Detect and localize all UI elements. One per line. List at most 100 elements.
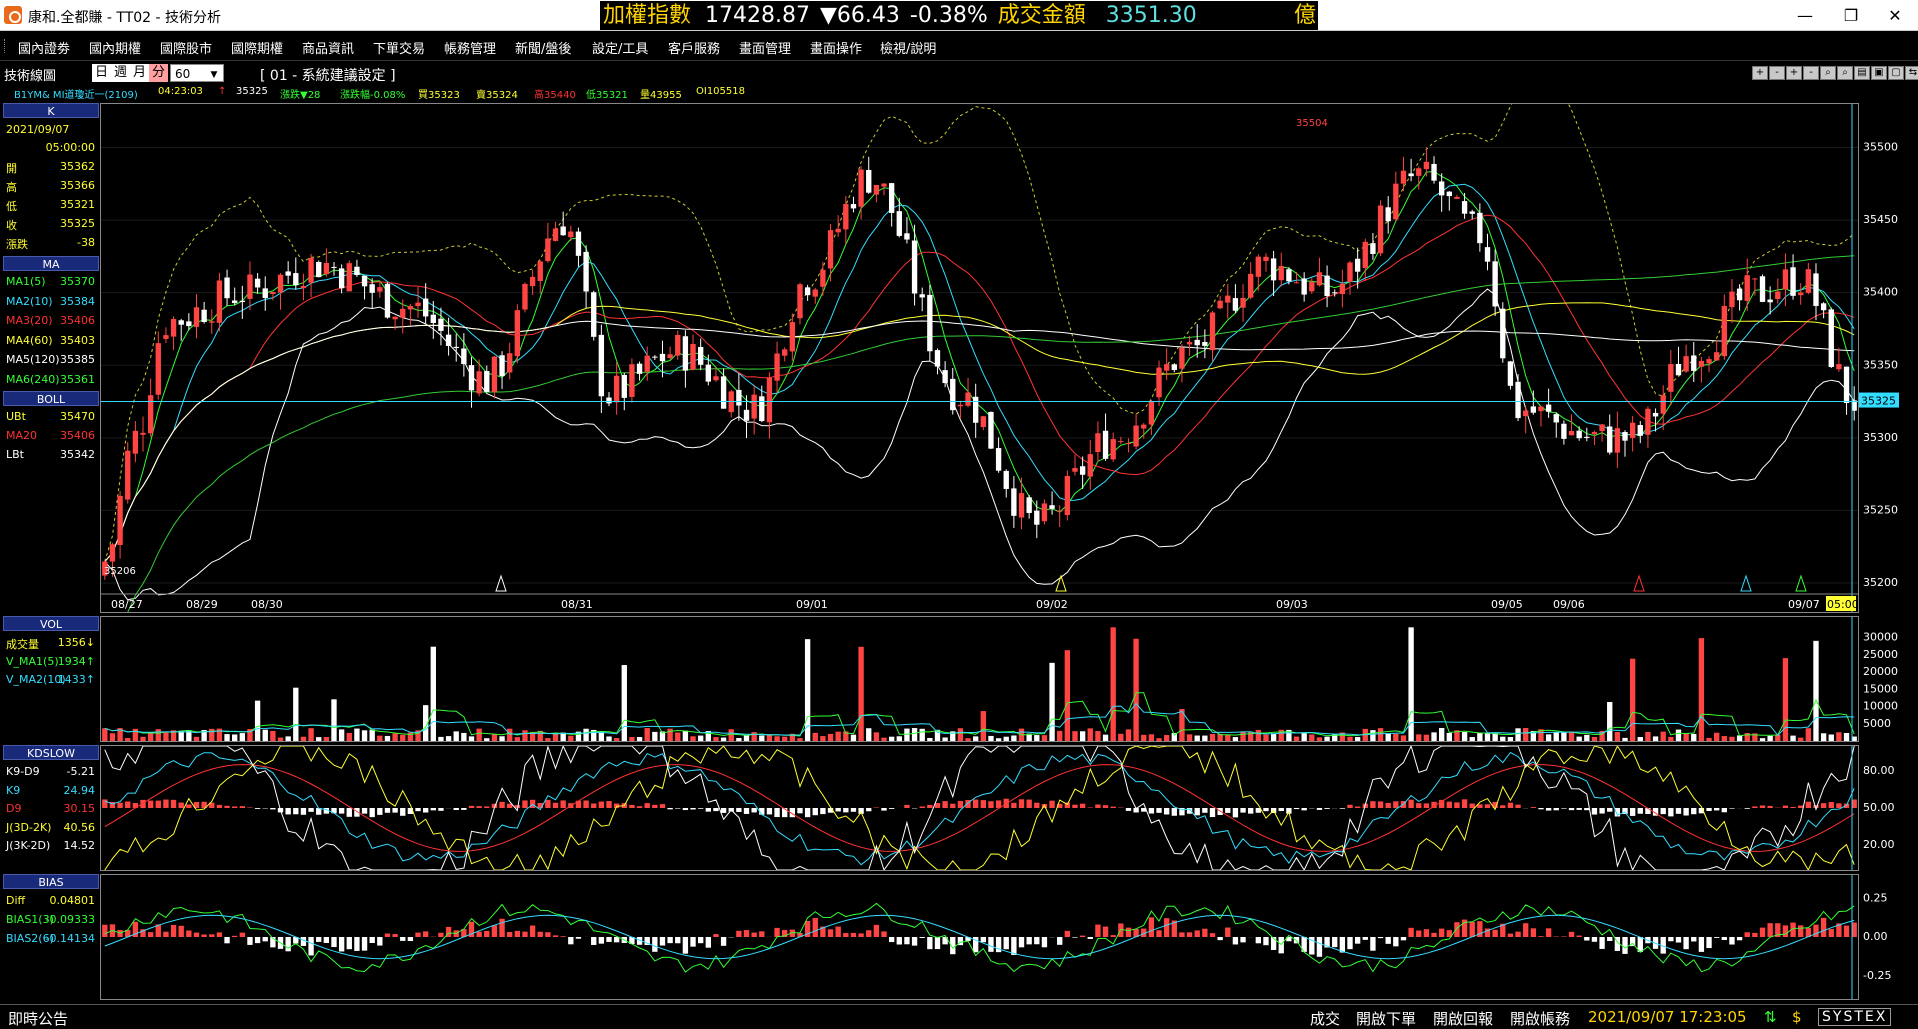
kd-diff-bar: [285, 808, 291, 815]
kd-diff-bar: [377, 808, 383, 815]
toolbar-button-0[interactable]: +: [1752, 66, 1768, 80]
vol-rows-label: V_MA1(5): [6, 654, 59, 668]
volume-bar: [1194, 735, 1200, 741]
volume-bar: [942, 737, 948, 741]
toolbar-button-9[interactable]: ⇆: [1905, 66, 1918, 80]
bias-diff-bar: [1148, 917, 1155, 937]
kd-diff-bar: [1668, 808, 1674, 817]
candle-body: [147, 395, 154, 434]
close-button[interactable]: ✕: [1872, 0, 1918, 31]
setting-label[interactable]: [ 01 - 系統建議設定 ]: [260, 65, 396, 85]
menu-item-10[interactable]: 畫面管理: [739, 38, 791, 57]
volume-bar: [392, 733, 398, 741]
minimize-button[interactable]: —: [1782, 0, 1828, 31]
toolbar-button-5[interactable]: ⌕: [1837, 66, 1853, 80]
kd-diff-bar: [1194, 808, 1200, 816]
kd-diff-bar: [1599, 808, 1605, 814]
menu-item-12[interactable]: 檢視/說明: [880, 38, 936, 57]
ma-rows-label: MA4(60): [6, 333, 53, 347]
volume-bar: [606, 736, 612, 741]
candle-body: [216, 280, 223, 323]
bias-diff-bar: [1813, 924, 1819, 937]
candle-body: [346, 263, 352, 292]
menu-item-6[interactable]: 帳務管理: [444, 38, 496, 57]
last-time-label: 05:00: [1827, 598, 1858, 611]
volume-chart[interactable]: [100, 616, 1859, 742]
open-account-button[interactable]: 開啟帳務: [1510, 1008, 1570, 1029]
volume-bar: [1828, 734, 1834, 741]
bias-tick-label: 0.00: [1863, 930, 1888, 943]
price-axis: 35500 35450 35400 35350 35300 35250 35200 35325: [1859, 103, 1918, 613]
bias-diff-bar: [537, 931, 543, 937]
candle-body: [965, 392, 971, 406]
kd-diff-bar: [1240, 808, 1246, 813]
kd-diff-bar: [820, 808, 826, 815]
volume-bar: [1691, 733, 1697, 741]
candle-body: [1034, 510, 1040, 525]
menu-item-0[interactable]: 國內證劵: [18, 38, 70, 57]
menu-item-4[interactable]: 商品資訊: [302, 38, 354, 57]
kd-diff-bar: [652, 804, 658, 808]
toolbar-button-8[interactable]: ▢: [1888, 66, 1904, 80]
announcement-label[interactable]: 即時公告: [8, 1008, 68, 1029]
trades-button[interactable]: 成交: [1310, 1008, 1340, 1029]
bias-diff-bar: [499, 918, 505, 937]
kd-rows-label: J(3K-2D): [6, 839, 51, 852]
volume-bar: [1385, 733, 1391, 741]
toolbar-button-4[interactable]: ⌕: [1820, 66, 1836, 80]
restore-button[interactable]: ❐: [1828, 0, 1874, 31]
kd-diff-bar: [697, 808, 704, 809]
toolbar-button-3[interactable]: -: [1803, 66, 1819, 80]
menu-item-1[interactable]: 國內期權: [89, 38, 141, 57]
kd-diff-bar: [163, 799, 169, 808]
toolbar-button-2[interactable]: +: [1786, 66, 1802, 80]
period-tab-month[interactable]: 月: [130, 64, 149, 82]
menu-item-2[interactable]: 國際股市: [160, 38, 212, 57]
toolbar-button-1[interactable]: -: [1769, 66, 1785, 80]
volume-bar: [927, 737, 933, 741]
candle-body: [682, 336, 689, 371]
open-order-button[interactable]: 開啟下單: [1356, 1008, 1416, 1029]
volume-bar: [1431, 732, 1437, 741]
toolbar-button-7[interactable]: ▣: [1871, 66, 1887, 80]
ma-rows-label: MA5(120): [6, 353, 60, 366]
bias-diff-bar: [1255, 937, 1262, 944]
candle-body: [1286, 269, 1292, 282]
window-title: 康和.全都賺 - TT02 - 技術分析: [28, 10, 222, 26]
open-report-button[interactable]: 開啟回報: [1433, 1008, 1493, 1029]
candle-body: [896, 211, 902, 236]
bias-diff-bar: [377, 937, 383, 946]
toolbar-button-6[interactable]: ▤: [1854, 66, 1870, 80]
kd-diff-bar: [705, 808, 711, 812]
menu-item-9[interactable]: 客戶服務: [668, 38, 720, 57]
k-rows-value: 35362: [60, 160, 95, 173]
kd-diff-bar: [843, 808, 849, 813]
bias-diff-bar: [1186, 932, 1193, 937]
candle-body: [1011, 488, 1017, 516]
menu-item-7[interactable]: 新聞/盤後: [515, 38, 571, 57]
interval-select[interactable]: 60 ▼: [170, 64, 224, 82]
kd-diff-bar: [1148, 808, 1155, 814]
candle-body: [1186, 342, 1193, 345]
price-tick-label: 35300: [1863, 431, 1898, 444]
kd-diff-bar: [713, 808, 719, 812]
price-chart[interactable]: 35504 35206 08/27 08/29 08/30 08/31 09/01 09/02…: [100, 71, 1859, 664]
kd-diff-bar: [850, 808, 857, 812]
volume-bar: [277, 737, 284, 741]
bias-diff-bar: [1698, 937, 1705, 952]
chevron-down-icon: ▼: [210, 70, 218, 80]
candle-body: [1729, 291, 1735, 308]
bias-diff-bar: [1576, 935, 1582, 937]
kd-chart[interactable]: [100, 744, 1859, 872]
menu-item-3[interactable]: 國際期權: [231, 38, 283, 57]
period-tab-week[interactable]: 週: [111, 64, 130, 82]
volume-bar: [1805, 728, 1812, 741]
signal-triangle-icon: [495, 574, 507, 592]
menu-item-8[interactable]: 設定/工具: [592, 38, 648, 57]
menu-item-11[interactable]: 畫面操作: [810, 38, 862, 57]
menu-item-5[interactable]: 下單交易: [373, 38, 425, 57]
period-tab-day[interactable]: 日: [92, 64, 111, 82]
period-tab-minute[interactable]: 分: [149, 64, 168, 82]
volume-axis: 30000 25000 20000 15000 10000 5000: [1859, 616, 1918, 742]
bias-chart[interactable]: [100, 874, 1859, 1000]
